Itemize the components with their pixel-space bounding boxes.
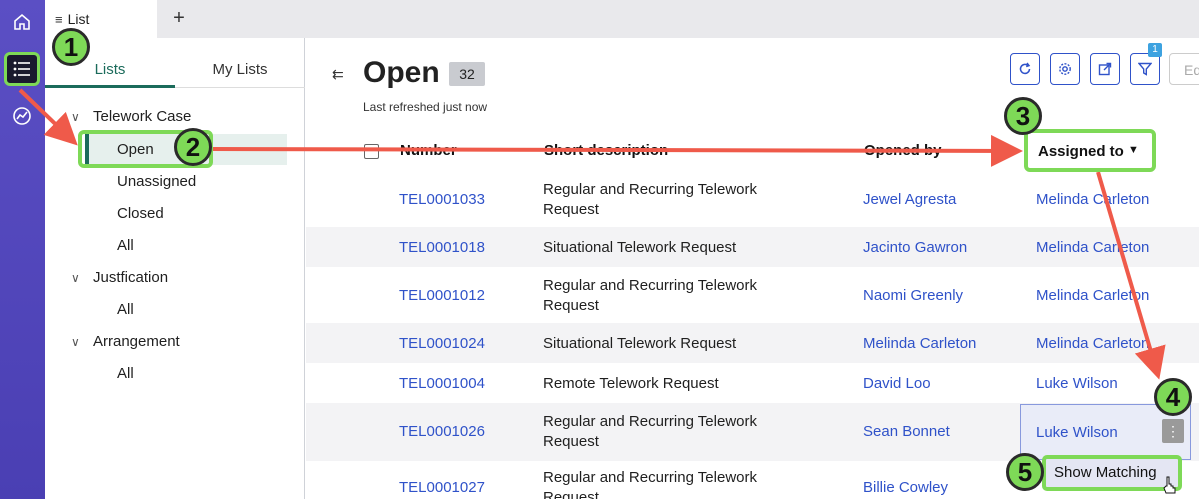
tab-strip: ≡ List + bbox=[45, 0, 1199, 38]
tree-item-closed[interactable]: Closed bbox=[117, 205, 164, 222]
cell-description: Regular and Recurring Telework bbox=[543, 181, 757, 198]
list-icon bbox=[13, 61, 30, 77]
column-header-number[interactable]: Number bbox=[400, 142, 457, 159]
callout-5: 5 bbox=[1006, 453, 1044, 491]
cell-number[interactable]: TEL0001033 bbox=[399, 190, 485, 210]
app-window: ≡ List + Lists My Lists ∨ Telework Case … bbox=[0, 0, 1199, 499]
cell-description: Situational Telework Request bbox=[543, 335, 737, 352]
cell-number[interactable]: TEL0001026 bbox=[399, 422, 485, 442]
cell-assigned-to[interactable]: Melinda Carleton bbox=[1036, 238, 1149, 258]
export-icon bbox=[1098, 62, 1112, 76]
callout-2: 2 bbox=[174, 128, 212, 166]
cell-description: Remote Telework Request bbox=[543, 375, 719, 392]
cell-number[interactable]: TEL0001004 bbox=[399, 374, 485, 394]
cell-opened-by[interactable]: Billie Cowley bbox=[863, 478, 948, 498]
cell-assigned-to[interactable]: Melinda Carleton bbox=[1036, 334, 1149, 354]
cell-number[interactable]: TEL0001018 bbox=[399, 238, 485, 258]
last-refreshed-text: Last refreshed just now bbox=[363, 100, 488, 114]
cell-opened-by[interactable]: David Loo bbox=[863, 374, 931, 394]
caret-down-icon[interactable]: ▼ bbox=[1128, 144, 1139, 156]
edit-button[interactable]: Ed bbox=[1169, 53, 1199, 85]
tab-my-lists[interactable]: My Lists bbox=[175, 52, 305, 88]
table-row[interactable]: TEL0001018 Situational Telework Request … bbox=[306, 227, 1199, 267]
cell-opened-by[interactable]: Jacinto Gawron bbox=[863, 238, 967, 258]
cell-opened-by[interactable]: Melinda Carleton bbox=[863, 334, 976, 354]
list-main: ⇇ Open 32 Last refreshed just now 1 Ed N… bbox=[306, 38, 1199, 499]
table-row[interactable]: TEL0001024 Situational Telework Request … bbox=[306, 323, 1199, 363]
cell-assigned-to[interactable]: Luke Wilson bbox=[1036, 423, 1118, 443]
cell-description: Request bbox=[543, 201, 599, 218]
show-matching-menu-item[interactable]: Show Matching bbox=[1042, 455, 1182, 491]
cell-description: Situational Telework Request bbox=[543, 239, 737, 256]
gear-icon bbox=[1059, 63, 1071, 75]
filter-icon bbox=[1138, 62, 1152, 76]
tree-item-unassigned[interactable]: Unassigned bbox=[117, 173, 196, 190]
list-icon: ≡ bbox=[55, 11, 63, 27]
tree-item-all[interactable]: All bbox=[117, 301, 134, 318]
cell-opened-by[interactable]: Jewel Agresta bbox=[863, 190, 956, 210]
tree-group-justification[interactable]: Justfication bbox=[93, 269, 168, 286]
collapse-sidebar-icon[interactable]: ⇇ bbox=[332, 66, 344, 83]
cell-assigned-to[interactable]: Melinda Carleton bbox=[1036, 286, 1149, 306]
more-options-icon[interactable]: ⋮ bbox=[1162, 419, 1184, 443]
filter-button[interactable] bbox=[1130, 53, 1160, 85]
select-all-checkbox[interactable] bbox=[364, 144, 379, 159]
callout-1: 1 bbox=[52, 28, 90, 66]
refresh-button[interactable] bbox=[1010, 53, 1040, 85]
tree-item-all[interactable]: All bbox=[117, 237, 134, 254]
chevron-down-icon[interactable]: ∨ bbox=[71, 271, 80, 285]
home-icon[interactable] bbox=[6, 6, 38, 38]
cell-description: Request bbox=[543, 489, 599, 499]
cell-number[interactable]: TEL0001012 bbox=[399, 286, 485, 306]
cell-description: Request bbox=[543, 433, 599, 450]
table-row[interactable]: TEL0001012 Regular and Recurring Telewor… bbox=[306, 267, 1199, 323]
hand-cursor-icon bbox=[1163, 476, 1176, 494]
cell-description: Regular and Recurring Telework bbox=[543, 469, 757, 486]
record-count-badge: 32 bbox=[449, 62, 485, 86]
cell-assigned-to[interactable]: Melinda Carleton bbox=[1036, 190, 1149, 210]
table-row[interactable]: TEL0001004 Remote Telework Request David… bbox=[306, 363, 1199, 403]
column-header-opened-by[interactable]: Opened by bbox=[864, 142, 942, 159]
list-nav-button[interactable] bbox=[4, 52, 40, 86]
chevron-down-icon[interactable]: ∨ bbox=[71, 335, 80, 349]
column-header-short-description[interactable]: Short description bbox=[544, 142, 668, 159]
cell-number[interactable]: TEL0001024 bbox=[399, 334, 485, 354]
export-button[interactable] bbox=[1090, 53, 1120, 85]
tree-group-telework-case[interactable]: Telework Case bbox=[93, 108, 191, 125]
callout-3: 3 bbox=[1004, 97, 1042, 135]
settings-button[interactable] bbox=[1050, 53, 1080, 85]
list-sidebar: Lists My Lists ∨ Telework Case Open Unas… bbox=[45, 38, 305, 499]
tree-item-all[interactable]: All bbox=[117, 365, 134, 382]
tree-group-arrangement[interactable]: Arrangement bbox=[93, 333, 180, 350]
cell-opened-by[interactable]: Naomi Greenly bbox=[863, 286, 963, 306]
table-row[interactable]: TEL0001033 Regular and Recurring Telewor… bbox=[306, 175, 1199, 227]
cell-description: Regular and Recurring Telework bbox=[543, 413, 757, 430]
refresh-icon bbox=[1019, 62, 1031, 75]
cell-description: Regular and Recurring Telework bbox=[543, 277, 757, 294]
add-tab-button[interactable]: + bbox=[167, 6, 191, 30]
show-matching-label: Show Matching bbox=[1054, 464, 1157, 481]
filter-count-badge: 1 bbox=[1148, 43, 1162, 57]
chevron-down-icon[interactable]: ∨ bbox=[71, 110, 80, 124]
left-rail bbox=[0, 0, 45, 499]
page-title: Open bbox=[363, 56, 440, 89]
cell-assigned-to[interactable]: Luke Wilson bbox=[1036, 374, 1118, 394]
cell-number[interactable]: TEL0001027 bbox=[399, 478, 485, 498]
cell-description: Request bbox=[543, 297, 599, 314]
callout-4: 4 bbox=[1154, 378, 1192, 416]
analytics-icon[interactable] bbox=[6, 100, 38, 132]
assigned-to-header-box[interactable]: Assigned to ▼ bbox=[1024, 129, 1156, 172]
tab-label: List bbox=[67, 11, 90, 27]
column-header-assigned-to[interactable]: Assigned to bbox=[1038, 143, 1124, 160]
cell-opened-by[interactable]: Sean Bonnet bbox=[863, 422, 950, 442]
